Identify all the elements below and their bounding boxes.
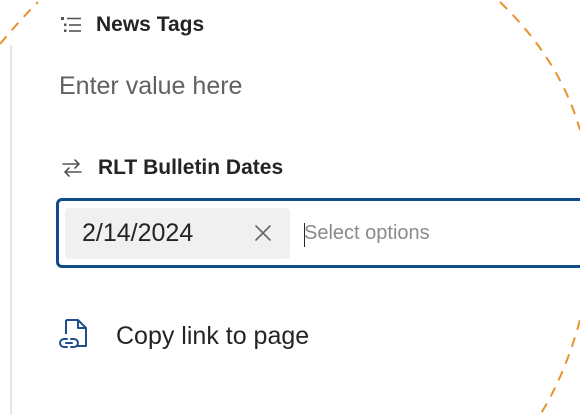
copy-link-label: Copy link to page	[116, 322, 310, 350]
news-tags-value-field[interactable]: Enter value here	[59, 72, 242, 101]
text-bullet-list-icon	[60, 15, 82, 35]
select-options-input[interactable]	[304, 211, 580, 255]
selected-date-chip-label: 2/14/2024	[82, 219, 194, 247]
close-icon[interactable]	[253, 223, 273, 243]
news-tags-label: News Tags	[60, 13, 204, 37]
selected-date-chip: 2/14/2024	[65, 208, 290, 259]
panel: News Tags Enter value here RLT Bulletin …	[0, 0, 580, 415]
rlt-bulletin-dates-label: RLT Bulletin Dates	[60, 156, 283, 180]
copy-link-button[interactable]: Copy link to page	[58, 314, 309, 359]
rlt-bulletin-dates-picker[interactable]: 2/14/2024	[56, 198, 580, 268]
news-tags-label-text: News Tags	[96, 13, 205, 36]
rlt-bulletin-dates-label-text: RLT Bulletin Dates	[98, 156, 284, 179]
document-link-icon	[58, 314, 92, 359]
panel-left-border	[10, 45, 12, 415]
arrow-swap-icon	[60, 156, 84, 180]
